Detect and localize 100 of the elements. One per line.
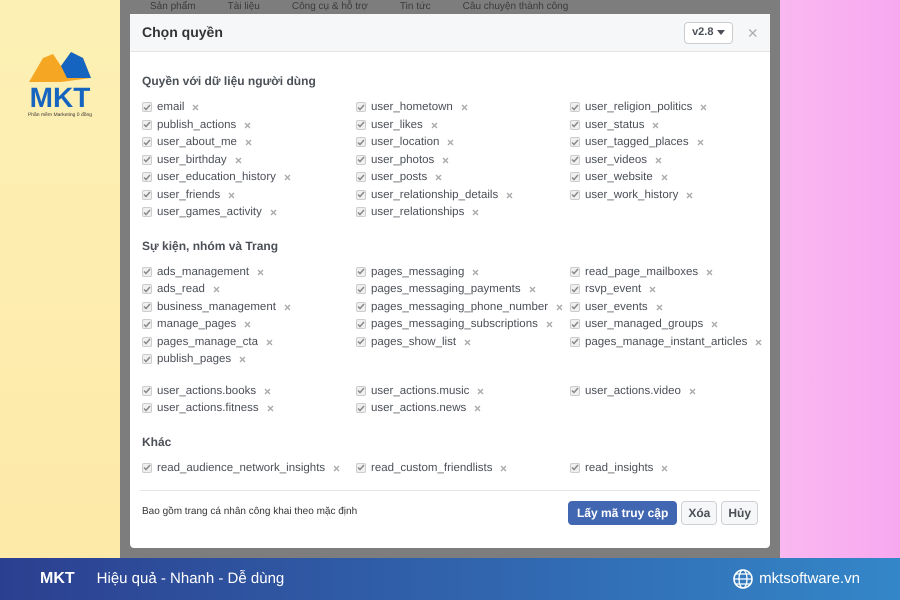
checkbox[interactable] — [356, 172, 366, 182]
remove-icon[interactable] — [472, 268, 480, 276]
checkbox[interactable] — [570, 266, 580, 276]
checkbox[interactable] — [570, 137, 580, 147]
checkbox[interactable] — [356, 266, 366, 276]
checkbox[interactable] — [142, 266, 152, 276]
remove-icon[interactable] — [686, 192, 694, 198]
dialog-button[interactable]: Hủy — [721, 501, 758, 525]
nav-link[interactable]: Câu chuyện thành công — [462, 0, 568, 14]
checkbox[interactable] — [570, 284, 580, 294]
checkbox[interactable] — [356, 190, 366, 200]
checkbox[interactable] — [142, 403, 152, 413]
checkbox[interactable] — [570, 302, 580, 312]
checkbox[interactable] — [142, 207, 152, 217]
remove-icon[interactable] — [688, 388, 696, 394]
checkbox[interactable] — [142, 190, 152, 200]
remove-icon[interactable] — [474, 405, 482, 412]
remove-icon[interactable] — [192, 104, 200, 111]
version-dropdown[interactable]: v2.8 — [684, 22, 734, 44]
remove-icon[interactable] — [472, 209, 480, 216]
checkbox[interactable] — [356, 120, 366, 130]
checkbox[interactable] — [142, 386, 152, 396]
checkbox[interactable] — [570, 172, 580, 182]
remove-icon[interactable] — [528, 286, 536, 293]
remove-icon[interactable] — [696, 139, 704, 146]
checkbox[interactable] — [356, 403, 366, 413]
checkbox[interactable] — [142, 462, 152, 472]
checkbox[interactable] — [142, 172, 152, 182]
remove-icon[interactable] — [506, 192, 514, 198]
remove-icon[interactable] — [284, 304, 291, 310]
checkbox[interactable] — [356, 319, 366, 329]
checkbox[interactable] — [570, 462, 580, 472]
remove-icon[interactable] — [656, 304, 663, 310]
remove-icon[interactable] — [500, 464, 508, 472]
remove-icon[interactable] — [239, 356, 246, 363]
checkbox[interactable] — [142, 284, 152, 294]
checkbox[interactable] — [356, 462, 366, 472]
permission-label: pages_manage_instant_articles — [585, 334, 748, 350]
nav-link[interactable]: Công cụ & hỗ trợ — [292, 0, 368, 14]
remove-icon[interactable] — [430, 122, 438, 128]
remove-icon[interactable] — [652, 122, 660, 128]
checkbox[interactable] — [142, 137, 152, 147]
checkbox[interactable] — [142, 102, 152, 112]
checkbox[interactable] — [356, 386, 366, 396]
checkbox[interactable] — [356, 102, 366, 112]
nav-link[interactable]: Tin tức — [400, 0, 431, 14]
dialog-button[interactable]: Xóa — [681, 501, 718, 525]
checkbox[interactable] — [570, 386, 580, 396]
checkbox[interactable] — [142, 120, 152, 130]
remove-icon[interactable] — [649, 286, 656, 293]
nav-link[interactable]: Tài liệu — [228, 0, 260, 14]
remove-icon[interactable] — [266, 405, 274, 412]
remove-icon[interactable] — [755, 338, 762, 346]
checkbox[interactable] — [570, 102, 580, 112]
checkbox[interactable] — [356, 137, 366, 147]
remove-icon[interactable] — [270, 209, 277, 216]
remove-icon[interactable] — [244, 321, 252, 328]
remove-icon[interactable] — [228, 192, 236, 198]
checkbox[interactable] — [142, 354, 152, 364]
remove-icon[interactable] — [234, 156, 242, 164]
remove-icon[interactable] — [435, 174, 442, 181]
remove-icon[interactable] — [460, 104, 468, 111]
checkbox[interactable] — [356, 302, 366, 312]
checkbox[interactable] — [142, 336, 152, 346]
checkbox[interactable] — [570, 336, 580, 346]
remove-icon[interactable] — [442, 156, 450, 164]
checkbox[interactable] — [570, 120, 580, 130]
checkbox[interactable] — [142, 302, 152, 312]
remove-icon[interactable] — [264, 388, 272, 394]
close-button[interactable]: × — [747, 24, 758, 42]
checkbox[interactable] — [570, 319, 580, 329]
checkbox[interactable] — [142, 154, 152, 164]
remove-icon[interactable] — [706, 268, 714, 276]
checkbox[interactable] — [142, 319, 152, 329]
remove-icon[interactable] — [546, 321, 553, 328]
remove-icon[interactable] — [711, 321, 718, 328]
remove-icon[interactable] — [244, 122, 252, 128]
remove-icon[interactable] — [244, 139, 252, 146]
remove-icon[interactable] — [447, 139, 454, 146]
remove-icon[interactable] — [212, 286, 220, 293]
website-link[interactable]: mktsoftware.vn — [759, 568, 860, 590]
checkbox[interactable] — [356, 207, 366, 217]
checkbox[interactable] — [570, 154, 580, 164]
checkbox[interactable] — [356, 284, 366, 294]
get-token-button[interactable]: Lấy mã truy cập — [568, 501, 678, 525]
remove-icon[interactable] — [477, 388, 484, 394]
remove-icon[interactable] — [333, 464, 340, 472]
checkbox[interactable] — [356, 336, 366, 346]
remove-icon[interactable] — [660, 174, 668, 181]
remove-icon[interactable] — [700, 104, 708, 111]
remove-icon[interactable] — [464, 338, 472, 346]
remove-icon[interactable] — [257, 268, 264, 276]
remove-icon[interactable] — [266, 338, 274, 346]
nav-link[interactable]: Sản phẩm — [150, 0, 196, 14]
remove-icon[interactable] — [655, 156, 662, 164]
remove-icon[interactable] — [556, 304, 564, 310]
remove-icon[interactable] — [661, 464, 668, 472]
remove-icon[interactable] — [284, 174, 291, 181]
checkbox[interactable] — [356, 154, 366, 164]
checkbox[interactable] — [570, 190, 580, 200]
